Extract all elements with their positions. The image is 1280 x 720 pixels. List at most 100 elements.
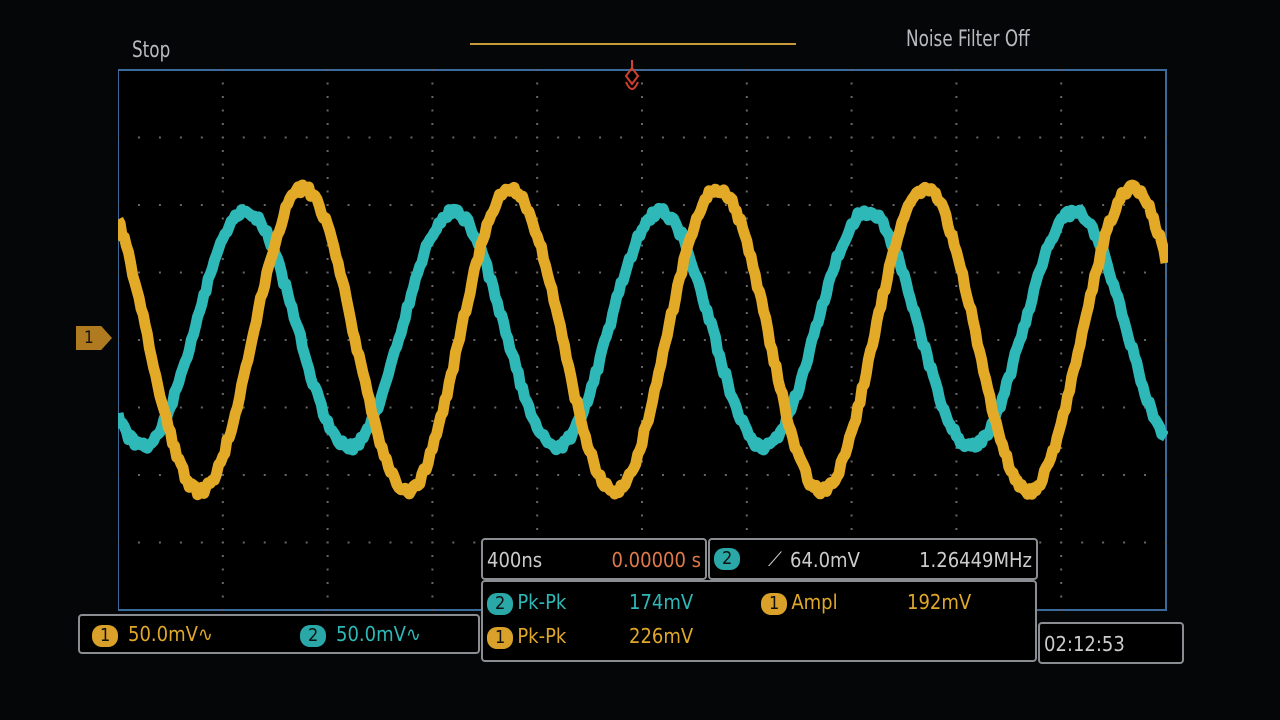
grid-dot — [641, 285, 643, 287]
trigger-box[interactable]: 2 ⟋ 64.0mV 1.26449MHz — [708, 538, 1038, 580]
grid-dot — [138, 542, 140, 544]
timebase-box[interactable]: 400ns 0.00000 s — [481, 538, 707, 580]
grid-dot — [222, 83, 224, 85]
grid-dot — [431, 150, 433, 152]
grid-dot — [641, 204, 643, 206]
grid-dot — [830, 339, 832, 341]
grid-dot — [536, 204, 538, 206]
grid-dot — [327, 380, 329, 382]
grid-dot — [118, 339, 119, 341]
grid-dot — [641, 123, 643, 125]
grid-dot — [955, 420, 957, 422]
grid-dot — [431, 501, 433, 503]
grid-dot — [327, 447, 329, 449]
waveform-display — [118, 60, 1168, 612]
grid-dot — [851, 177, 853, 179]
measurement-ch1-pkpk: 1 Pk-Pk — [487, 624, 566, 649]
grid-dot — [725, 339, 727, 341]
grid-dot — [389, 542, 391, 544]
grid-dot — [913, 407, 915, 409]
grid-dot — [222, 501, 224, 503]
grid-dot — [159, 137, 161, 139]
grid-dot — [788, 474, 790, 476]
grid-dot — [1102, 407, 1104, 409]
measurements-panel[interactable]: 2 Pk-Pk 174mV 1 Ampl 192mV 1 Pk-Pk 226mV — [481, 580, 1037, 662]
grid-dot — [222, 609, 224, 611]
grid-dot — [222, 515, 224, 517]
trigger-channel-badge: 2 — [714, 548, 740, 570]
grid-dot — [1081, 474, 1083, 476]
grid-dot — [620, 137, 622, 139]
measurement-value: 192mV — [907, 590, 971, 614]
grid-dot — [536, 380, 538, 382]
measurement-ch1-ampl: 1 Ampl — [761, 590, 838, 615]
grid-dot — [725, 137, 727, 139]
grid-dot — [1165, 339, 1167, 341]
grid-dot — [222, 191, 224, 193]
grid-dot — [955, 218, 957, 220]
grid-dot — [431, 285, 433, 287]
channel-2-scale[interactable]: 2 50.0mV∿ — [300, 622, 421, 647]
grid-dot — [1060, 69, 1062, 71]
grid-dot — [851, 528, 853, 530]
grid-dot — [1039, 339, 1041, 341]
grid-dot — [452, 137, 454, 139]
channel-scale-bar[interactable]: 1 50.0mV∿ 2 50.0mV∿ — [78, 614, 480, 654]
grid-dot — [997, 204, 999, 206]
grid-dot — [348, 204, 350, 206]
grid-dot — [138, 272, 140, 274]
grid-dot — [1060, 326, 1062, 328]
grid-dot — [201, 137, 203, 139]
grid-dot — [641, 393, 643, 395]
grid-dot — [159, 339, 161, 341]
grid-dot — [536, 488, 538, 490]
grid-dot — [431, 407, 433, 409]
grid-dot — [410, 204, 412, 206]
grid-dot — [620, 407, 622, 409]
grid-dot — [285, 407, 287, 409]
grid-dot — [536, 339, 538, 341]
grid-dot — [327, 258, 329, 260]
grid-dot — [683, 474, 685, 476]
grid-dot — [746, 488, 748, 490]
grid-dot — [431, 123, 433, 125]
grid-dot — [536, 191, 538, 193]
grid-dot — [201, 272, 203, 274]
grid-dot — [369, 137, 371, 139]
grid-dot — [118, 137, 119, 139]
grid-dot — [976, 272, 978, 274]
grid-dot — [431, 299, 433, 301]
grid-dot — [431, 420, 433, 422]
grid-dot — [159, 272, 161, 274]
grid-dot — [327, 339, 329, 341]
grid-dot — [893, 339, 895, 341]
grid-dot — [641, 407, 643, 409]
grid-dot — [557, 272, 559, 274]
grid-dot — [327, 474, 329, 476]
grid-dot — [557, 137, 559, 139]
grid-dot — [851, 299, 853, 301]
grid-dot — [851, 353, 853, 355]
grid-dot — [327, 461, 329, 463]
grid-dot — [515, 339, 517, 341]
grid-dot — [683, 204, 685, 206]
grid-dot — [683, 407, 685, 409]
grid-dot — [306, 137, 308, 139]
grid-dot — [997, 339, 999, 341]
grid-dot — [222, 312, 224, 314]
grid-dot — [1123, 272, 1125, 274]
grid-dot — [641, 515, 643, 517]
grid-dot — [222, 96, 224, 98]
grid-dot — [1165, 407, 1167, 409]
grid-dot — [348, 407, 350, 409]
channel-1-ground-marker[interactable]: 1 — [76, 326, 112, 350]
grid-dot — [473, 474, 475, 476]
grid-dot — [704, 474, 706, 476]
grid-dot — [1060, 258, 1062, 260]
trigger-level: 64.0mV — [790, 548, 860, 572]
grid-dot — [389, 272, 391, 274]
channel-1-scale[interactable]: 1 50.0mV∿ — [92, 622, 213, 647]
grid-dot — [641, 272, 643, 274]
grid-dot — [327, 312, 329, 314]
grid-dot — [431, 393, 433, 395]
